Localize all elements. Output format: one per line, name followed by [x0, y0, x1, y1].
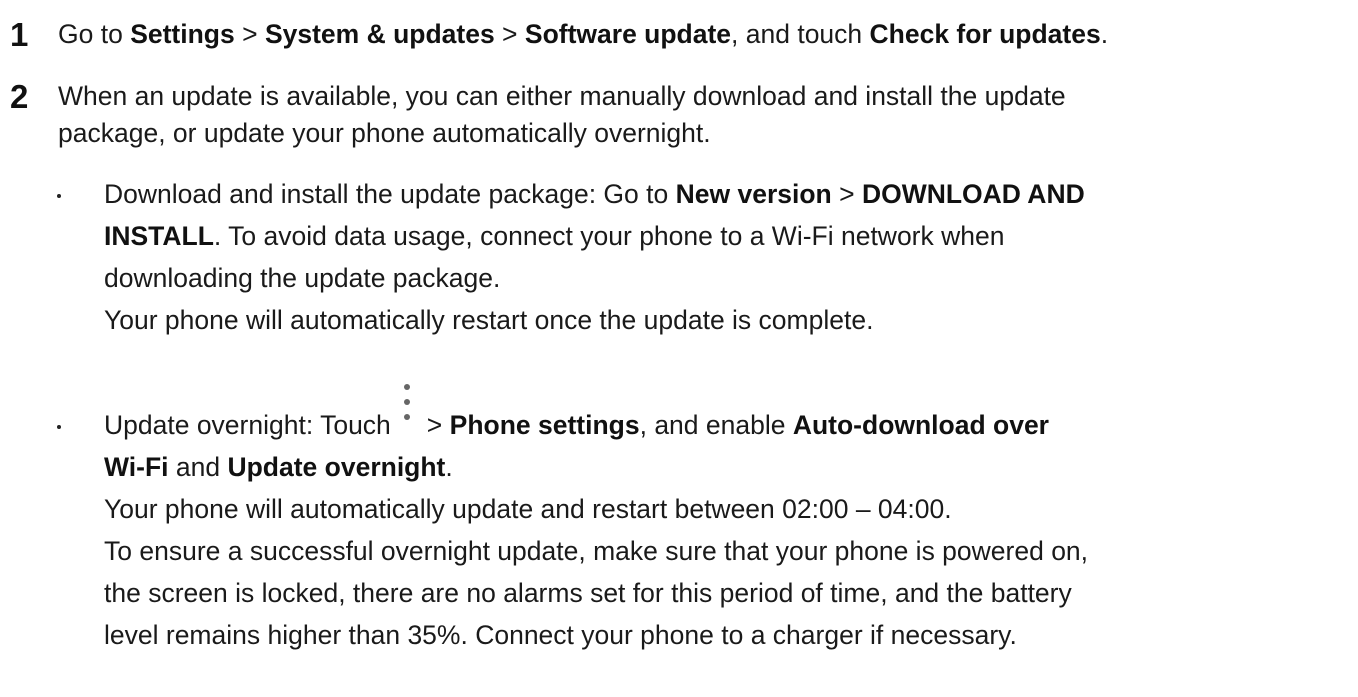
- text: Download and install the update package:…: [104, 179, 676, 209]
- download-and-install-label: DOWNLOAD AND: [861, 179, 1085, 209]
- system-updates-label: System & updates: [264, 19, 495, 49]
- step-line: When an update is available, you can eit…: [58, 81, 1066, 111]
- phone-settings-label: Phone settings: [449, 410, 640, 440]
- bullet-line: Your phone will automatically restart on…: [104, 305, 874, 335]
- software-update-label: Software update: [524, 19, 732, 49]
- text: Update overnight: Touch: [104, 410, 391, 440]
- bullet-line: INSTALL. To avoid data usage, connect yo…: [104, 215, 1352, 257]
- step-text: Go to Settings > System & updates > Soft…: [58, 16, 1352, 53]
- step-text: When an update is available, you can eit…: [58, 78, 1352, 152]
- text: Go to: [58, 19, 131, 49]
- bullet-download-install: Download and install the update package:…: [57, 173, 1352, 341]
- step-number: 2: [10, 78, 29, 115]
- bullet-line: To ensure a successful overnight update,…: [104, 536, 1089, 566]
- text: >: [234, 19, 265, 49]
- step-line: package, or update your phone automatica…: [58, 118, 711, 148]
- auto-download-label: Auto-download over: [792, 410, 1049, 440]
- step-line: Go to Settings > System & updates > Soft…: [58, 16, 1352, 53]
- text: and: [168, 452, 228, 482]
- bullet-line: level remains higher than 35%. Connect y…: [104, 620, 1017, 650]
- bullet-line: Your phone will automatically update and…: [104, 494, 952, 524]
- bullet-line: Update overnight: Touch > Phone settings,…: [104, 384, 1352, 446]
- wifi-label: Wi-Fi: [104, 452, 169, 482]
- step-number: 1: [10, 16, 29, 53]
- text: .: [445, 452, 453, 482]
- text: , and enable: [639, 410, 793, 440]
- bullet-line: downloading the update package.: [104, 263, 501, 293]
- bullet-line: the screen is locked, there are no alarm…: [104, 578, 1072, 608]
- new-version-label: New version: [675, 179, 832, 209]
- text: >: [494, 19, 525, 49]
- bullet-dot: [57, 194, 61, 198]
- check-for-updates-label: Check for updates: [869, 19, 1101, 49]
- bullet-line: Wi-Fi and Update overnight.: [104, 446, 1352, 488]
- text: . To avoid data usage, connect your phon…: [213, 221, 1005, 251]
- bullet-update-overnight: Update overnight: Touch > Phone settings,…: [57, 384, 1352, 656]
- more-vertical-icon: [397, 384, 417, 436]
- install-label: INSTALL: [104, 221, 214, 251]
- text: .: [1100, 19, 1109, 49]
- text: >: [831, 179, 862, 209]
- text: , and touch: [731, 19, 870, 49]
- settings-label: Settings: [130, 19, 235, 49]
- bullet-dot: [57, 425, 61, 429]
- bullet-line: Download and install the update package:…: [104, 173, 1352, 215]
- update-overnight-label: Update overnight: [227, 452, 446, 482]
- text: >: [426, 410, 450, 440]
